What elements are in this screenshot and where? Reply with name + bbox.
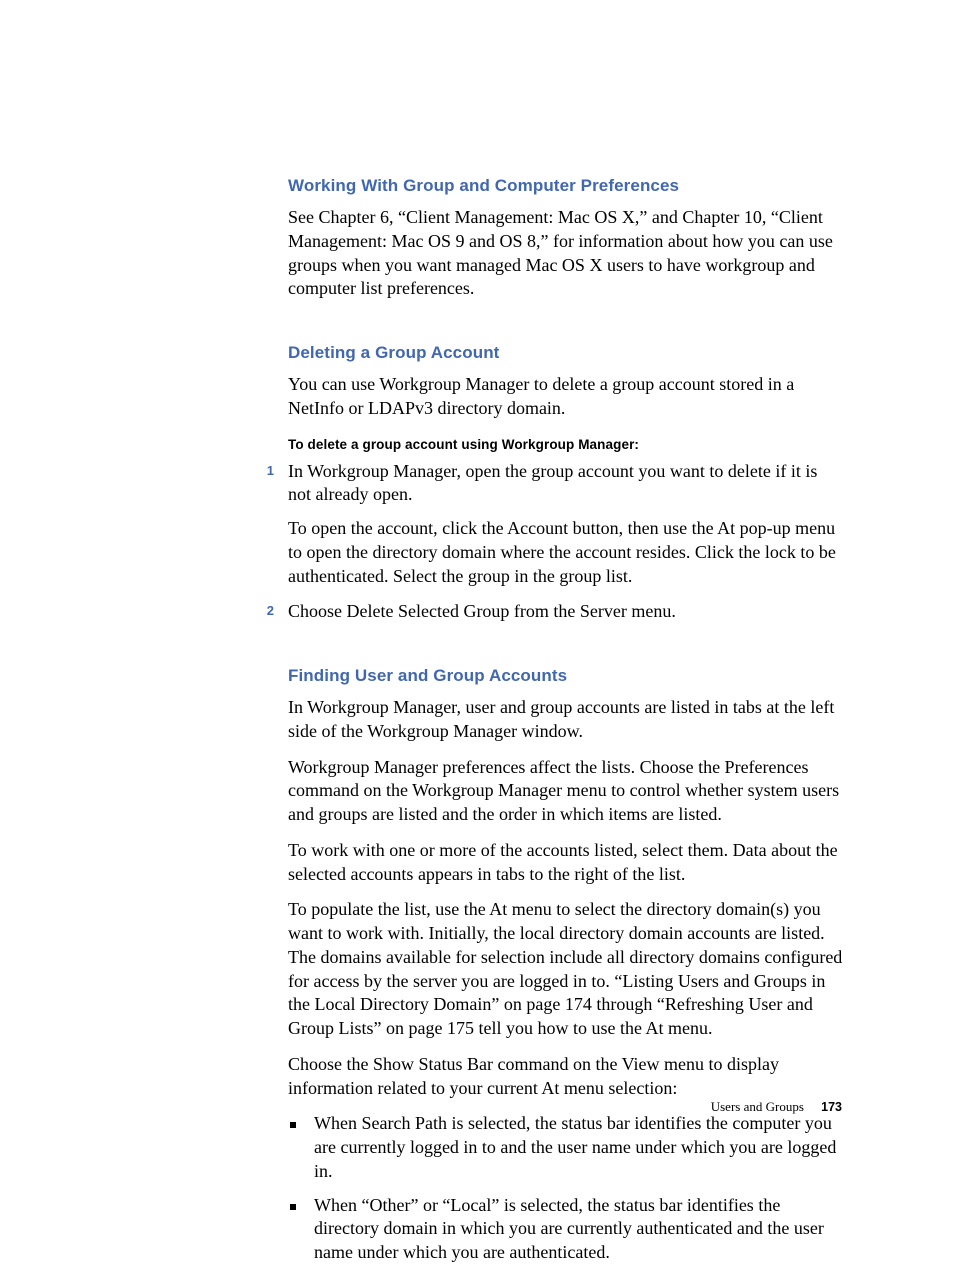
page-footer: Users and Groups 173	[711, 1099, 842, 1115]
body-paragraph: In Workgroup Manager, user and group acc…	[288, 696, 844, 744]
bullet-text: When Search Path is selected, the status…	[314, 1112, 844, 1183]
heading-working-prefs: Working With Group and Computer Preferen…	[288, 176, 844, 196]
bullet-item: When “Other” or “Local” is selected, the…	[288, 1194, 844, 1265]
bullet-icon	[288, 1112, 314, 1131]
body-paragraph: Choose the Show Status Bar command on th…	[288, 1053, 844, 1101]
bullet-item: When Search Path is selected, the status…	[288, 1112, 844, 1183]
step-number: 2	[256, 600, 288, 618]
step-subtext: To open the account, click the Account b…	[288, 517, 844, 588]
body-paragraph: You can use Workgroup Manager to delete …	[288, 373, 844, 421]
bullet-icon	[288, 1194, 314, 1213]
heading-finding-accounts: Finding User and Group Accounts	[288, 666, 844, 686]
document-page: Working With Group and Computer Preferen…	[0, 0, 954, 1235]
step-text: In Workgroup Manager, open the group acc…	[288, 460, 844, 508]
footer-page-number: 173	[821, 1100, 842, 1114]
step-text: Choose Delete Selected Group from the Se…	[288, 600, 676, 624]
footer-chapter: Users and Groups	[711, 1099, 804, 1114]
body-paragraph: To populate the list, use the At menu to…	[288, 898, 844, 1041]
step-item: 2 Choose Delete Selected Group from the …	[288, 600, 844, 624]
body-paragraph: To work with one or more of the accounts…	[288, 839, 844, 887]
step-item: 1 In Workgroup Manager, open the group a…	[288, 460, 844, 508]
subheading-delete-steps: To delete a group account using Workgrou…	[288, 437, 844, 452]
step-number: 1	[256, 460, 288, 478]
heading-deleting-group: Deleting a Group Account	[288, 343, 844, 363]
body-paragraph: Workgroup Manager preferences affect the…	[288, 756, 844, 827]
body-paragraph: See Chapter 6, “Client Management: Mac O…	[288, 206, 844, 301]
bullet-text: When “Other” or “Local” is selected, the…	[314, 1194, 844, 1265]
